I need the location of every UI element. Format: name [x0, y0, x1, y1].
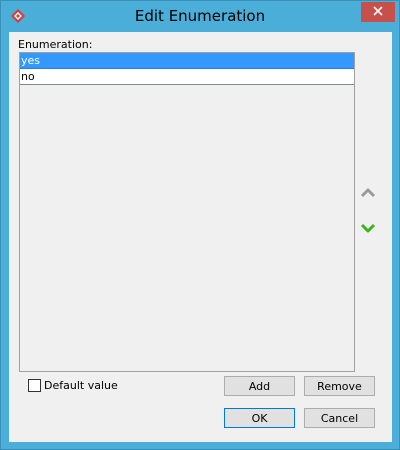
enumeration-list[interactable]: yes no	[19, 52, 355, 372]
close-icon	[373, 5, 383, 19]
remove-button[interactable]: Remove	[304, 376, 375, 396]
dialog-body: Enumeration: yes no Default value Add Re…	[9, 32, 392, 442]
list-item-label: no	[21, 70, 35, 83]
window-title: Edit Enumeration	[134, 7, 266, 25]
enumeration-label: Enumeration:	[18, 38, 93, 51]
chevron-down-icon	[360, 223, 376, 233]
list-item[interactable]: no	[20, 69, 354, 85]
edit-enumeration-dialog: Edit Enumeration Enumeration: yes no Def…	[0, 0, 400, 450]
chevron-up-icon	[360, 188, 376, 198]
cancel-button[interactable]: Cancel	[304, 408, 375, 428]
close-button[interactable]	[361, 2, 395, 22]
move-down-button[interactable]	[360, 221, 376, 235]
list-item[interactable]: yes	[20, 53, 354, 69]
move-up-button[interactable]	[360, 186, 376, 200]
ok-button[interactable]: OK	[224, 408, 295, 428]
default-value-checkbox[interactable]	[28, 379, 41, 392]
add-button[interactable]: Add	[224, 376, 295, 396]
title-bar[interactable]: Edit Enumeration	[1, 1, 399, 31]
default-value-label: Default value	[44, 379, 118, 392]
list-item-label: yes	[21, 54, 41, 67]
default-value-option[interactable]: Default value	[28, 379, 118, 392]
